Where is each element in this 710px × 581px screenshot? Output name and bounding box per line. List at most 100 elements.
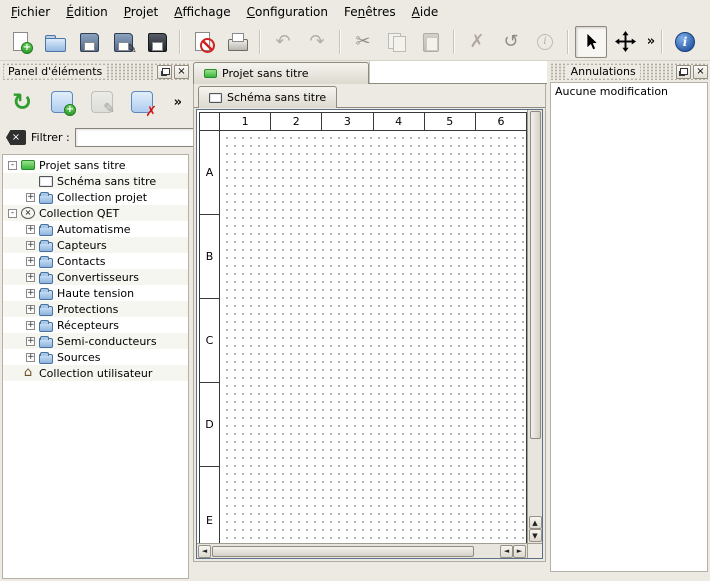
folder-icon bbox=[39, 322, 53, 332]
tree-item-collection-utilisateur[interactable]: ⌂ Collection utilisateur bbox=[3, 365, 188, 381]
open-project-button[interactable] bbox=[39, 26, 71, 58]
vertical-scrollbar-thumb[interactable] bbox=[530, 111, 541, 439]
tree-expander[interactable]: + bbox=[26, 257, 35, 266]
elements-panel-dock: Panel d'éléments × ↻ + ✎ ✗ » × Filtrer :… bbox=[0, 61, 191, 581]
folder-icon bbox=[39, 306, 53, 316]
tree-item-label: Collection projet bbox=[57, 191, 147, 204]
paste-button[interactable] bbox=[415, 26, 447, 58]
delete-button[interactable]: ✗ bbox=[461, 26, 493, 58]
project-tab[interactable]: Projet sans titre bbox=[193, 62, 369, 84]
float-dock-button[interactable] bbox=[157, 65, 172, 79]
tree-item-sources[interactable]: +Sources bbox=[3, 349, 188, 365]
pencil-icon: ✎ bbox=[103, 102, 115, 116]
schema-icon bbox=[39, 176, 53, 187]
cut-button[interactable]: ✂ bbox=[347, 26, 379, 58]
folder-icon bbox=[39, 290, 53, 300]
save-as-button[interactable]: ✎ bbox=[107, 26, 139, 58]
cursor-arrow-icon bbox=[581, 32, 601, 52]
close-dock-button[interactable]: × bbox=[174, 65, 189, 79]
tree-item-protections[interactable]: +Protections bbox=[3, 301, 188, 317]
menu-affichage[interactable]: Affichage bbox=[166, 0, 238, 23]
save-as-icon: ✎ bbox=[111, 30, 135, 54]
tree-item-contacts[interactable]: +Contacts bbox=[3, 253, 188, 269]
tree-item-collection-projet[interactable]: + Collection projet bbox=[3, 189, 188, 205]
tree-expander[interactable]: - bbox=[8, 209, 17, 218]
tree-item-collection-qet[interactable]: -×Collection QET bbox=[3, 205, 188, 221]
new-project-button[interactable]: + bbox=[5, 26, 37, 58]
delete-element-button[interactable]: ✗ bbox=[124, 84, 160, 120]
home-icon: ⌂ bbox=[21, 367, 35, 380]
new-element-button[interactable]: + bbox=[44, 84, 80, 120]
redo-button[interactable]: ↷ bbox=[301, 26, 333, 58]
tree-expander[interactable]: + bbox=[26, 321, 35, 330]
copy-button[interactable] bbox=[381, 26, 413, 58]
menu-label: Configuration bbox=[247, 5, 328, 19]
menu-configuration[interactable]: Configuration bbox=[239, 0, 336, 23]
scroll-left-button-2[interactable]: ◄ bbox=[500, 545, 513, 558]
tree-item-recepteurs[interactable]: +Récepteurs bbox=[3, 317, 188, 333]
row-label: B bbox=[200, 215, 219, 299]
tree-item-label: Convertisseurs bbox=[57, 271, 139, 284]
scissors-icon: ✂ bbox=[355, 33, 370, 51]
close-dock-button[interactable]: × bbox=[693, 65, 708, 79]
tree-expander[interactable]: + bbox=[26, 305, 35, 314]
scroll-right-button[interactable]: ► bbox=[513, 545, 526, 558]
tree-expander[interactable]: + bbox=[26, 193, 35, 202]
tree-item-schema[interactable]: Schéma sans titre bbox=[3, 173, 188, 189]
menu-label: Aide bbox=[412, 5, 439, 19]
rotate-button[interactable]: ↺ bbox=[495, 26, 527, 58]
tree-item-project[interactable]: -Projet sans titre bbox=[3, 157, 188, 173]
dotted-grid-area[interactable] bbox=[220, 131, 526, 543]
scroll-up-button[interactable]: ▲ bbox=[529, 516, 542, 529]
undo-history-list[interactable]: Aucune modification bbox=[550, 82, 708, 572]
panel-toolbar-overflow-button[interactable]: » bbox=[174, 95, 182, 110]
tree-expander[interactable]: + bbox=[26, 289, 35, 298]
schema-tab[interactable]: Schéma sans titre bbox=[198, 86, 337, 108]
tree-expander[interactable]: + bbox=[26, 225, 35, 234]
toolbar-overflow-button[interactable]: » bbox=[643, 26, 659, 58]
tree-expander[interactable]: - bbox=[8, 161, 17, 170]
save-button[interactable] bbox=[73, 26, 105, 58]
menu-label: Affichage bbox=[174, 5, 230, 19]
project-icon bbox=[21, 160, 35, 170]
filter-label: Filtrer : bbox=[31, 131, 70, 144]
about-qet-button[interactable]: i bbox=[669, 26, 701, 58]
row-label: D bbox=[200, 383, 219, 467]
menu-fenetres[interactable]: Fenêtres bbox=[336, 0, 404, 23]
clear-filter-button[interactable]: × bbox=[6, 130, 26, 145]
element-info-button[interactable]: i bbox=[529, 26, 561, 58]
tree-item-automatisme[interactable]: +Automatisme bbox=[3, 221, 188, 237]
selection-mode-button[interactable] bbox=[575, 26, 607, 58]
edit-element-button[interactable]: ✎ bbox=[84, 84, 120, 120]
reload-collections-button[interactable]: ↻ bbox=[4, 84, 40, 120]
scroll-left-button[interactable]: ◄ bbox=[198, 545, 211, 558]
close-file-button[interactable] bbox=[187, 26, 219, 58]
undo-panel-dock: Annulations × Aucune modification bbox=[548, 61, 710, 581]
redo-icon: ↷ bbox=[309, 33, 324, 51]
edit-element-icon: ✎ bbox=[91, 91, 113, 113]
menu-edition[interactable]: Édition bbox=[58, 0, 116, 23]
tree-expander[interactable]: + bbox=[26, 353, 35, 362]
print-button[interactable] bbox=[221, 26, 253, 58]
pan-mode-button[interactable] bbox=[609, 26, 641, 58]
menu-aide[interactable]: Aide bbox=[404, 0, 447, 23]
tree-expander[interactable]: + bbox=[26, 241, 35, 250]
diagram-canvas[interactable]: 1 2 3 4 5 6 A B C D E bbox=[197, 110, 527, 543]
scroll-down-button[interactable]: ▼ bbox=[529, 529, 542, 542]
menu-projet[interactable]: Projet bbox=[116, 0, 166, 23]
rotate-icon: ↺ bbox=[503, 33, 518, 51]
tree-item-capteurs[interactable]: +Capteurs bbox=[3, 237, 188, 253]
tree-item-convertisseurs[interactable]: + Convertisseurs bbox=[3, 269, 188, 285]
undo-button[interactable]: ↶ bbox=[267, 26, 299, 58]
menu-fichier[interactable]: Fichier bbox=[3, 0, 58, 23]
blue-info-icon: i bbox=[675, 32, 695, 52]
tree-expander[interactable]: + bbox=[26, 337, 35, 346]
float-dock-button[interactable] bbox=[676, 65, 691, 79]
tree-item-label: Collection utilisateur bbox=[39, 367, 152, 380]
tree-item-haute-tension[interactable]: +Haute tension bbox=[3, 285, 188, 301]
horizontal-scrollbar-thumb[interactable] bbox=[212, 546, 474, 557]
save-all-button[interactable] bbox=[141, 26, 173, 58]
tree-item-semi-conducteurs[interactable]: +Semi-conducteurs bbox=[3, 333, 188, 349]
tree-expander[interactable]: + bbox=[26, 273, 35, 282]
tree-item-label: Collection QET bbox=[39, 207, 119, 220]
